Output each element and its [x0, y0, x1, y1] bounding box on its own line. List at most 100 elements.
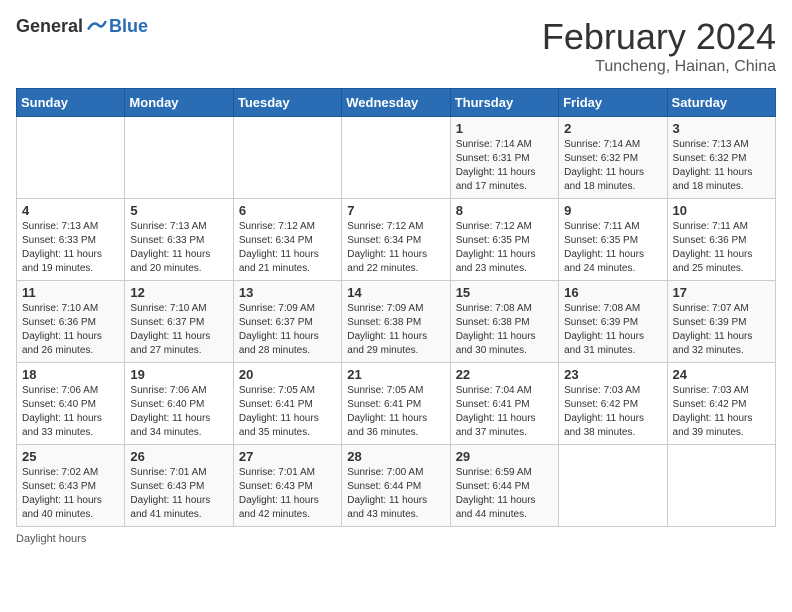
day-number: 25 [22, 449, 119, 464]
calendar-cell: 24 Sunrise: 7:03 AM Sunset: 6:42 PM Dayli… [667, 363, 775, 445]
calendar-cell: 11 Sunrise: 7:10 AM Sunset: 6:36 PM Dayli… [17, 281, 125, 363]
header-day: Sunday [17, 89, 125, 117]
day-info: Sunrise: 7:03 AM Sunset: 6:42 PM Dayligh… [564, 384, 661, 440]
calendar-table: SundayMondayTuesdayWednesdayThursdayFrid… [16, 88, 776, 527]
day-info: Sunrise: 7:11 AM Sunset: 6:36 PM Dayligh… [673, 220, 770, 276]
calendar-cell: 3 Sunrise: 7:13 AM Sunset: 6:32 PM Daylig… [667, 117, 775, 199]
day-info: Sunrise: 7:04 AM Sunset: 6:41 PM Dayligh… [456, 384, 553, 440]
calendar-cell: 9 Sunrise: 7:11 AM Sunset: 6:35 PM Daylig… [559, 199, 667, 281]
day-number: 24 [673, 367, 770, 382]
calendar-cell: 15 Sunrise: 7:08 AM Sunset: 6:38 PM Dayli… [450, 281, 558, 363]
calendar-cell: 17Sunrise: 7:07 AM Sunset: 6:39 PM Dayli… [667, 281, 775, 363]
day-info: Sunrise: 7:10 AM Sunset: 6:36 PM Dayligh… [22, 302, 119, 358]
day-number: 28 [347, 449, 444, 464]
day-info: Sunrise: 7:08 AM Sunset: 6:38 PM Dayligh… [456, 302, 553, 358]
calendar-cell [667, 445, 775, 527]
header-day: Saturday [667, 89, 775, 117]
calendar-cell: 18 Sunrise: 7:06 AM Sunset: 6:40 PM Dayli… [17, 363, 125, 445]
day-info: Sunrise: 7:12 AM Sunset: 6:34 PM Dayligh… [239, 220, 336, 276]
calendar-cell [233, 117, 341, 199]
day-number: 6 [239, 203, 336, 218]
footer: Daylight hours [16, 533, 776, 545]
day-number: 22 [456, 367, 553, 382]
day-info: Sunrise: 7:09 AM Sunset: 6:37 PM Dayligh… [239, 302, 336, 358]
calendar-cell: 27 Sunrise: 7:01 AM Sunset: 6:43 PM Dayli… [233, 445, 341, 527]
title-block: February 2024 Tuncheng, Hainan, China [542, 16, 776, 76]
logo-general: General [16, 16, 83, 37]
page-header: General Blue February 2024 Tuncheng, Hai… [16, 16, 776, 76]
day-number: 11 [22, 285, 119, 300]
calendar-cell: 1Sunrise: 7:14 AM Sunset: 6:31 PM Daylig… [450, 117, 558, 199]
calendar-cell [559, 445, 667, 527]
calendar-cell [342, 117, 450, 199]
day-info: Sunrise: 7:06 AM Sunset: 6:40 PM Dayligh… [22, 384, 119, 440]
day-number: 10 [673, 203, 770, 218]
day-info: Sunrise: 7:06 AM Sunset: 6:40 PM Dayligh… [130, 384, 227, 440]
calendar-week-row: 25Sunrise: 7:02 AM Sunset: 6:43 PM Dayli… [17, 445, 776, 527]
calendar-cell: 26 Sunrise: 7:01 AM Sunset: 6:43 PM Dayli… [125, 445, 233, 527]
day-info: Sunrise: 7:13 AM Sunset: 6:33 PM Dayligh… [22, 220, 119, 276]
calendar-cell: 28 Sunrise: 7:00 AM Sunset: 6:44 PM Dayli… [342, 445, 450, 527]
calendar-cell: 19Sunrise: 7:06 AM Sunset: 6:40 PM Dayli… [125, 363, 233, 445]
day-number: 23 [564, 367, 661, 382]
day-number: 7 [347, 203, 444, 218]
logo-icon [87, 17, 107, 37]
header-day: Friday [559, 89, 667, 117]
day-number: 2 [564, 121, 661, 136]
calendar-cell: 7 Sunrise: 7:12 AM Sunset: 6:34 PM Daylig… [342, 199, 450, 281]
calendar-cell: 8Sunrise: 7:12 AM Sunset: 6:35 PM Daylig… [450, 199, 558, 281]
calendar-cell: 16Sunrise: 7:08 AM Sunset: 6:39 PM Dayli… [559, 281, 667, 363]
calendar-week-row: 11 Sunrise: 7:10 AM Sunset: 6:36 PM Dayli… [17, 281, 776, 363]
day-number: 1 [456, 121, 553, 136]
calendar-cell: 13 Sunrise: 7:09 AM Sunset: 6:37 PM Dayli… [233, 281, 341, 363]
day-info: Sunrise: 7:12 AM Sunset: 6:35 PM Dayligh… [456, 220, 553, 276]
day-info: Sunrise: 7:11 AM Sunset: 6:35 PM Dayligh… [564, 220, 661, 276]
day-number: 18 [22, 367, 119, 382]
calendar-week-row: 18 Sunrise: 7:06 AM Sunset: 6:40 PM Dayli… [17, 363, 776, 445]
day-number: 15 [456, 285, 553, 300]
header-day: Wednesday [342, 89, 450, 117]
day-info: Sunrise: 7:10 AM Sunset: 6:37 PM Dayligh… [130, 302, 227, 358]
day-info: Sunrise: 7:03 AM Sunset: 6:42 PM Dayligh… [673, 384, 770, 440]
day-info: Sunrise: 7:01 AM Sunset: 6:43 PM Dayligh… [130, 466, 227, 522]
daylight-label: Daylight hours [16, 533, 86, 545]
calendar-cell: 25Sunrise: 7:02 AM Sunset: 6:43 PM Dayli… [17, 445, 125, 527]
calendar-cell: 23 Sunrise: 7:03 AM Sunset: 6:42 PM Dayli… [559, 363, 667, 445]
header-day: Thursday [450, 89, 558, 117]
day-number: 14 [347, 285, 444, 300]
logo: General Blue [16, 16, 148, 37]
calendar-week-row: 1Sunrise: 7:14 AM Sunset: 6:31 PM Daylig… [17, 117, 776, 199]
header-day: Tuesday [233, 89, 341, 117]
calendar-cell: 12 Sunrise: 7:10 AM Sunset: 6:37 PM Dayli… [125, 281, 233, 363]
calendar-cell: 4 Sunrise: 7:13 AM Sunset: 6:33 PM Daylig… [17, 199, 125, 281]
logo-blue: Blue [109, 16, 148, 37]
calendar-cell: 20Sunrise: 7:05 AM Sunset: 6:41 PM Dayli… [233, 363, 341, 445]
calendar-cell: 22 Sunrise: 7:04 AM Sunset: 6:41 PM Dayli… [450, 363, 558, 445]
calendar-week-row: 4 Sunrise: 7:13 AM Sunset: 6:33 PM Daylig… [17, 199, 776, 281]
calendar-cell: 10 Sunrise: 7:11 AM Sunset: 6:36 PM Dayli… [667, 199, 775, 281]
day-number: 26 [130, 449, 227, 464]
location: Tuncheng, Hainan, China [542, 58, 776, 76]
day-info: Sunrise: 7:05 AM Sunset: 6:41 PM Dayligh… [347, 384, 444, 440]
day-number: 9 [564, 203, 661, 218]
calendar-cell: 6 Sunrise: 7:12 AM Sunset: 6:34 PM Daylig… [233, 199, 341, 281]
day-info: Sunrise: 7:07 AM Sunset: 6:39 PM Dayligh… [673, 302, 770, 358]
day-number: 4 [22, 203, 119, 218]
day-number: 13 [239, 285, 336, 300]
calendar-cell [125, 117, 233, 199]
calendar-body: 1Sunrise: 7:14 AM Sunset: 6:31 PM Daylig… [17, 117, 776, 527]
calendar-cell: 5 Sunrise: 7:13 AM Sunset: 6:33 PM Daylig… [125, 199, 233, 281]
calendar-cell: 21 Sunrise: 7:05 AM Sunset: 6:41 PM Dayli… [342, 363, 450, 445]
day-number: 5 [130, 203, 227, 218]
day-number: 3 [673, 121, 770, 136]
day-info: Sunrise: 6:59 AM Sunset: 6:44 PM Dayligh… [456, 466, 553, 522]
day-info: Sunrise: 7:01 AM Sunset: 6:43 PM Dayligh… [239, 466, 336, 522]
calendar-header: SundayMondayTuesdayWednesdayThursdayFrid… [17, 89, 776, 117]
day-number: 21 [347, 367, 444, 382]
day-info: Sunrise: 7:13 AM Sunset: 6:33 PM Dayligh… [130, 220, 227, 276]
day-info: Sunrise: 7:12 AM Sunset: 6:34 PM Dayligh… [347, 220, 444, 276]
day-number: 12 [130, 285, 227, 300]
day-info: Sunrise: 7:00 AM Sunset: 6:44 PM Dayligh… [347, 466, 444, 522]
day-info: Sunrise: 7:13 AM Sunset: 6:32 PM Dayligh… [673, 138, 770, 194]
day-number: 27 [239, 449, 336, 464]
